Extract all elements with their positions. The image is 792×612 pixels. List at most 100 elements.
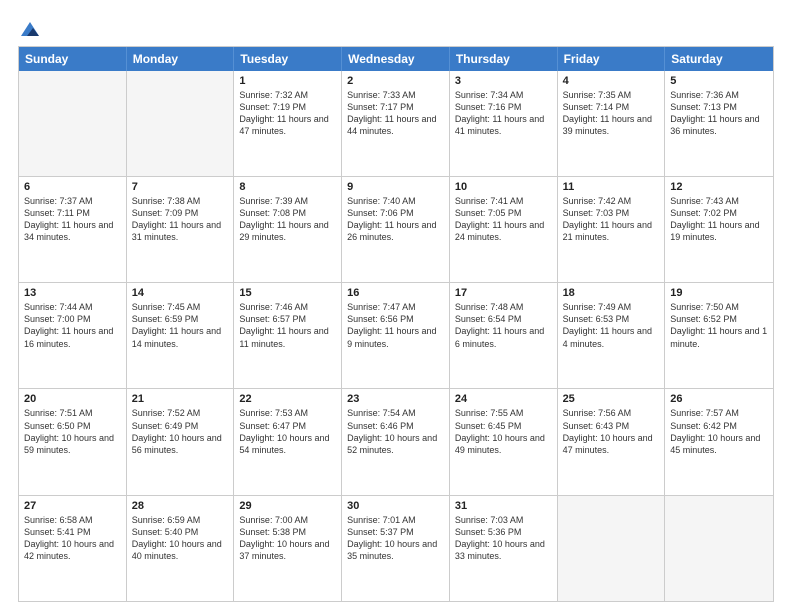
- calendar-day-18: 18 Sunrise: 7:49 AM Sunset: 6:53 PM Dayli…: [558, 283, 666, 388]
- day-number: 25: [563, 393, 660, 405]
- day-number: 2: [347, 75, 444, 87]
- day-number: 17: [455, 287, 552, 299]
- day-number: 12: [670, 181, 768, 193]
- day-number: 4: [563, 75, 660, 87]
- day-number: 18: [563, 287, 660, 299]
- day-number: 3: [455, 75, 552, 87]
- day-info: Sunrise: 7:33 AM Sunset: 7:17 PM Dayligh…: [347, 89, 444, 138]
- day-info: Sunrise: 7:47 AM Sunset: 6:56 PM Dayligh…: [347, 301, 444, 350]
- calendar-row-4: 27 Sunrise: 6:58 AM Sunset: 5:41 PM Dayli…: [19, 495, 773, 601]
- day-number: 27: [24, 500, 121, 512]
- day-info: Sunrise: 7:48 AM Sunset: 6:54 PM Dayligh…: [455, 301, 552, 350]
- calendar-day-5: 5 Sunrise: 7:36 AM Sunset: 7:13 PM Daylig…: [665, 71, 773, 176]
- calendar-empty: [558, 496, 666, 601]
- header: [18, 18, 774, 38]
- day-info: Sunrise: 7:45 AM Sunset: 6:59 PM Dayligh…: [132, 301, 229, 350]
- calendar-empty: [665, 496, 773, 601]
- day-number: 13: [24, 287, 121, 299]
- day-info: Sunrise: 7:54 AM Sunset: 6:46 PM Dayligh…: [347, 407, 444, 456]
- day-info: Sunrise: 7:52 AM Sunset: 6:49 PM Dayligh…: [132, 407, 229, 456]
- day-info: Sunrise: 7:43 AM Sunset: 7:02 PM Dayligh…: [670, 195, 768, 244]
- day-number: 28: [132, 500, 229, 512]
- day-number: 6: [24, 181, 121, 193]
- day-info: Sunrise: 6:58 AM Sunset: 5:41 PM Dayligh…: [24, 514, 121, 563]
- day-info: Sunrise: 7:01 AM Sunset: 5:37 PM Dayligh…: [347, 514, 444, 563]
- header-day-saturday: Saturday: [665, 47, 773, 71]
- calendar-day-24: 24 Sunrise: 7:55 AM Sunset: 6:45 PM Dayli…: [450, 389, 558, 494]
- day-info: Sunrise: 7:56 AM Sunset: 6:43 PM Dayligh…: [563, 407, 660, 456]
- day-info: Sunrise: 7:38 AM Sunset: 7:09 PM Dayligh…: [132, 195, 229, 244]
- day-number: 31: [455, 500, 552, 512]
- calendar-day-14: 14 Sunrise: 7:45 AM Sunset: 6:59 PM Dayli…: [127, 283, 235, 388]
- day-number: 5: [670, 75, 768, 87]
- calendar-empty: [127, 71, 235, 176]
- header-day-sunday: Sunday: [19, 47, 127, 71]
- day-info: Sunrise: 7:46 AM Sunset: 6:57 PM Dayligh…: [239, 301, 336, 350]
- calendar-row-0: 1Sunrise: 7:32 AM Sunset: 7:19 PM Daylig…: [19, 71, 773, 176]
- day-number: 26: [670, 393, 768, 405]
- calendar-day-23: 23 Sunrise: 7:54 AM Sunset: 6:46 PM Dayli…: [342, 389, 450, 494]
- day-info: Sunrise: 7:42 AM Sunset: 7:03 PM Dayligh…: [563, 195, 660, 244]
- day-number: 29: [239, 500, 336, 512]
- day-info: Sunrise: 7:03 AM Sunset: 5:36 PM Dayligh…: [455, 514, 552, 563]
- calendar-day-22: 22 Sunrise: 7:53 AM Sunset: 6:47 PM Dayli…: [234, 389, 342, 494]
- calendar: SundayMondayTuesdayWednesdayThursdayFrid…: [18, 46, 774, 602]
- day-number: 30: [347, 500, 444, 512]
- day-info: Sunrise: 7:55 AM Sunset: 6:45 PM Dayligh…: [455, 407, 552, 456]
- day-info: Sunrise: 6:59 AM Sunset: 5:40 PM Dayligh…: [132, 514, 229, 563]
- calendar-day-30: 30 Sunrise: 7:01 AM Sunset: 5:37 PM Dayli…: [342, 496, 450, 601]
- calendar-day-17: 17 Sunrise: 7:48 AM Sunset: 6:54 PM Dayli…: [450, 283, 558, 388]
- calendar-row-2: 13 Sunrise: 7:44 AM Sunset: 7:00 PM Dayli…: [19, 282, 773, 388]
- day-info: Sunrise: 7:53 AM Sunset: 6:47 PM Dayligh…: [239, 407, 336, 456]
- day-number: 22: [239, 393, 336, 405]
- day-number: 7: [132, 181, 229, 193]
- calendar-day-1: 1Sunrise: 7:32 AM Sunset: 7:19 PM Daylig…: [234, 71, 342, 176]
- day-info: Sunrise: 7:35 AM Sunset: 7:14 PM Dayligh…: [563, 89, 660, 138]
- day-number: 14: [132, 287, 229, 299]
- day-info: Sunrise: 7:36 AM Sunset: 7:13 PM Dayligh…: [670, 89, 768, 138]
- header-day-wednesday: Wednesday: [342, 47, 450, 71]
- page: SundayMondayTuesdayWednesdayThursdayFrid…: [0, 0, 792, 612]
- day-info: Sunrise: 7:51 AM Sunset: 6:50 PM Dayligh…: [24, 407, 121, 456]
- calendar-row-3: 20 Sunrise: 7:51 AM Sunset: 6:50 PM Dayli…: [19, 388, 773, 494]
- calendar-day-8: 8 Sunrise: 7:39 AM Sunset: 7:08 PM Daylig…: [234, 177, 342, 282]
- day-info: Sunrise: 7:40 AM Sunset: 7:06 PM Dayligh…: [347, 195, 444, 244]
- day-info: Sunrise: 7:57 AM Sunset: 6:42 PM Dayligh…: [670, 407, 768, 456]
- calendar-day-12: 12 Sunrise: 7:43 AM Sunset: 7:02 PM Dayli…: [665, 177, 773, 282]
- day-number: 10: [455, 181, 552, 193]
- day-number: 24: [455, 393, 552, 405]
- header-day-monday: Monday: [127, 47, 235, 71]
- logo-text: [18, 18, 42, 38]
- calendar-day-25: 25 Sunrise: 7:56 AM Sunset: 6:43 PM Dayli…: [558, 389, 666, 494]
- calendar-day-27: 27 Sunrise: 6:58 AM Sunset: 5:41 PM Dayli…: [19, 496, 127, 601]
- calendar-day-20: 20 Sunrise: 7:51 AM Sunset: 6:50 PM Dayli…: [19, 389, 127, 494]
- day-number: 20: [24, 393, 121, 405]
- calendar-day-26: 26 Sunrise: 7:57 AM Sunset: 6:42 PM Dayli…: [665, 389, 773, 494]
- day-number: 19: [670, 287, 768, 299]
- calendar-day-6: 6Sunrise: 7:37 AM Sunset: 7:11 PM Daylig…: [19, 177, 127, 282]
- day-info: Sunrise: 7:32 AM Sunset: 7:19 PM Dayligh…: [239, 89, 336, 138]
- calendar-day-16: 16Sunrise: 7:47 AM Sunset: 6:56 PM Dayli…: [342, 283, 450, 388]
- day-info: Sunrise: 7:49 AM Sunset: 6:53 PM Dayligh…: [563, 301, 660, 350]
- calendar-row-1: 6Sunrise: 7:37 AM Sunset: 7:11 PM Daylig…: [19, 176, 773, 282]
- day-number: 21: [132, 393, 229, 405]
- calendar-day-19: 19Sunrise: 7:50 AM Sunset: 6:52 PM Dayli…: [665, 283, 773, 388]
- calendar-day-9: 9 Sunrise: 7:40 AM Sunset: 7:06 PM Daylig…: [342, 177, 450, 282]
- day-info: Sunrise: 7:41 AM Sunset: 7:05 PM Dayligh…: [455, 195, 552, 244]
- calendar-header: SundayMondayTuesdayWednesdayThursdayFrid…: [19, 47, 773, 71]
- header-day-thursday: Thursday: [450, 47, 558, 71]
- calendar-day-28: 28 Sunrise: 6:59 AM Sunset: 5:40 PM Dayli…: [127, 496, 235, 601]
- calendar-day-7: 7 Sunrise: 7:38 AM Sunset: 7:09 PM Daylig…: [127, 177, 235, 282]
- day-number: 8: [239, 181, 336, 193]
- calendar-day-13: 13 Sunrise: 7:44 AM Sunset: 7:00 PM Dayli…: [19, 283, 127, 388]
- calendar-day-3: 3 Sunrise: 7:34 AM Sunset: 7:16 PM Daylig…: [450, 71, 558, 176]
- calendar-day-11: 11Sunrise: 7:42 AM Sunset: 7:03 PM Dayli…: [558, 177, 666, 282]
- day-info: Sunrise: 7:39 AM Sunset: 7:08 PM Dayligh…: [239, 195, 336, 244]
- day-info: Sunrise: 7:44 AM Sunset: 7:00 PM Dayligh…: [24, 301, 121, 350]
- day-number: 15: [239, 287, 336, 299]
- day-number: 9: [347, 181, 444, 193]
- day-number: 23: [347, 393, 444, 405]
- calendar-day-21: 21 Sunrise: 7:52 AM Sunset: 6:49 PM Dayli…: [127, 389, 235, 494]
- day-info: Sunrise: 7:34 AM Sunset: 7:16 PM Dayligh…: [455, 89, 552, 138]
- header-day-tuesday: Tuesday: [234, 47, 342, 71]
